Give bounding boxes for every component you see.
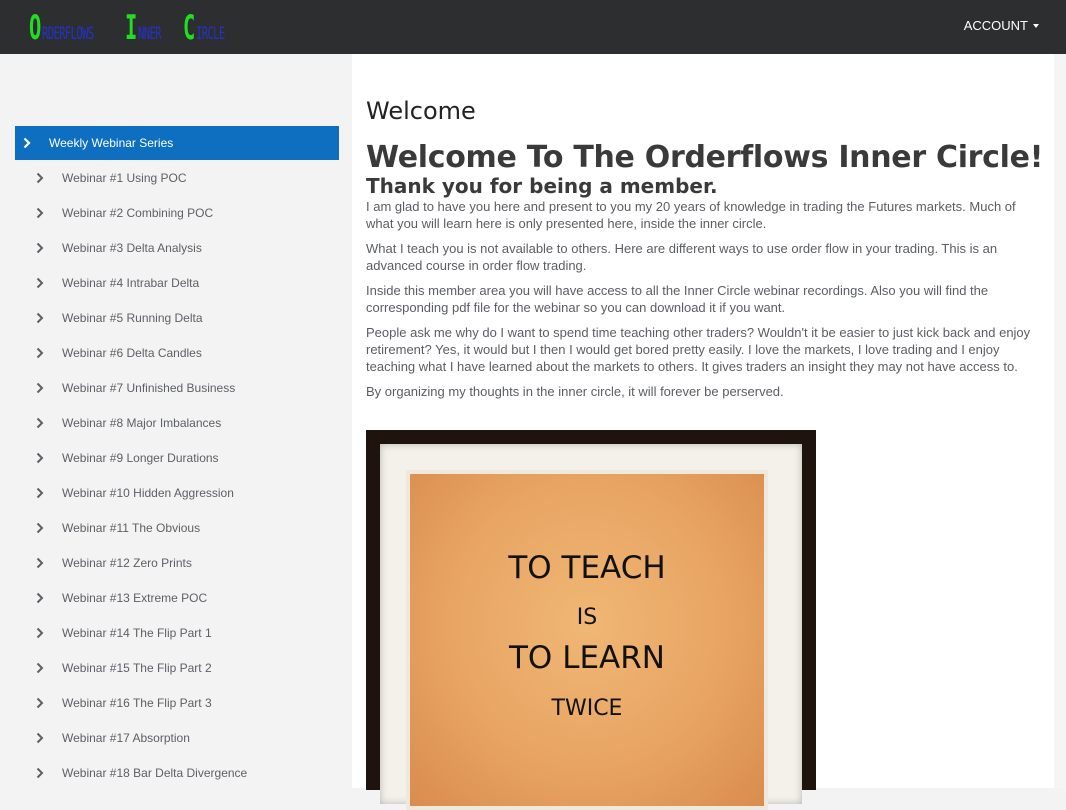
chevron-right-icon — [36, 347, 50, 359]
logo-word-inner: I NNER — [125, 8, 162, 48]
chevron-right-icon — [36, 417, 50, 429]
chevron-right-icon — [36, 312, 50, 324]
poster-artwork: TO TEACH IS TO LEARN TWICE — [406, 470, 768, 810]
top-navbar: O RDERFLOWS I NNER C IRCLE ACCOUNT — [0, 0, 1066, 54]
sidebar-item-webinar-11[interactable]: Webinar #11 The Obvious — [15, 510, 339, 545]
sidebar-item-label: Webinar #14 The Flip Part 1 — [62, 625, 212, 640]
sidebar-section-label: Weekly Webinar Series — [49, 136, 174, 150]
chevron-right-icon — [36, 382, 50, 394]
sidebar-item-label: Webinar #11 The Obvious — [62, 520, 201, 535]
sidebar-item-webinar-5[interactable]: Webinar #5 Running Delta — [15, 300, 339, 335]
sidebar-item-label: Webinar #16 The Flip Part 3 — [62, 695, 212, 710]
poster-image: TO TEACH IS TO LEARN TWICE — [366, 430, 816, 810]
sidebar-item-label: Webinar #6 Delta Candles — [62, 345, 202, 360]
sidebar-item-webinar-13[interactable]: Webinar #13 Extreme POC — [15, 580, 339, 615]
chevron-right-icon — [36, 452, 50, 464]
chevron-right-icon — [36, 627, 50, 639]
sidebar-item-label: Webinar #3 Delta Analysis — [62, 240, 202, 255]
welcome-heading: Welcome To The Orderflows Inner Circle! — [366, 140, 1044, 175]
chevron-right-icon — [36, 172, 50, 184]
sidebar-item-label: Webinar #7 Unfinished Business — [62, 380, 236, 395]
sidebar-item-label: Webinar #13 Extreme POC — [62, 590, 208, 605]
chevron-right-icon — [36, 767, 50, 779]
sidebar-item-webinar-16[interactable]: Webinar #16 The Flip Part 3 — [15, 685, 339, 720]
poster-quote-line: TWICE — [551, 696, 623, 721]
chevron-right-icon — [36, 487, 50, 499]
brand-logo[interactable]: O RDERFLOWS I NNER C IRCLE — [29, 7, 241, 48]
paragraph: I am glad to have you here and present t… — [366, 199, 1016, 231]
main-content: Welcome Welcome To The Orderflows Inner … — [352, 54, 1054, 810]
paragraph: What I teach you is not available to oth… — [366, 241, 998, 273]
sidebar-item-label: Webinar #1 Using POC — [62, 170, 187, 185]
caret-down-icon — [1033, 24, 1039, 28]
sidebar-item-webinar-14[interactable]: Webinar #14 The Flip Part 1 — [15, 615, 339, 650]
sidebar-item-webinar-12[interactable]: Webinar #12 Zero Prints — [15, 545, 339, 580]
chevron-right-icon — [36, 697, 50, 709]
sidebar-item-label: Webinar #12 Zero Prints — [62, 555, 192, 570]
sidebar-item-webinar-6[interactable]: Webinar #6 Delta Candles — [15, 335, 339, 370]
sidebar-item-label: Webinar #17 Absorption — [62, 730, 190, 745]
chevron-right-icon — [36, 732, 50, 744]
logo-word-orderflows: O RDERFLOWS — [29, 8, 94, 48]
paragraph: People ask me why do I want to spend tim… — [366, 325, 1031, 374]
sidebar-section-weekly-webinar-series[interactable]: Weekly Webinar Series — [15, 126, 339, 160]
chevron-right-icon — [36, 592, 50, 604]
sidebar-item-webinar-9[interactable]: Webinar #9 Longer Durations — [15, 440, 339, 475]
poster-mat: TO TEACH IS TO LEARN TWICE — [380, 444, 802, 810]
sidebar-item-label: Webinar #10 Hidden Aggression — [62, 485, 234, 500]
chevron-right-icon — [36, 522, 50, 534]
sidebar-item-webinar-8[interactable]: Webinar #8 Major Imbalances — [15, 405, 339, 440]
chevron-right-icon — [36, 662, 50, 674]
sidebar-item-label: Webinar #4 Intrabar Delta — [62, 275, 200, 290]
poster-quote-line: IS — [576, 605, 598, 630]
sidebar-item-webinar-4[interactable]: Webinar #4 Intrabar Delta — [15, 265, 339, 300]
sidebar-item-webinar-1[interactable]: Webinar #1 Using POC — [15, 160, 339, 195]
sidebar-item-label: Webinar #2 Combining POC — [62, 205, 214, 220]
paragraph: Inside this member area you will have ac… — [366, 283, 989, 315]
page-right-margin — [1054, 54, 1066, 788]
sidebar-item-webinar-18[interactable]: Webinar #18 Bar Delta Divergence — [15, 755, 339, 790]
sidebar-item-label: Webinar #9 Longer Durations — [62, 450, 219, 465]
page-title: Welcome — [366, 97, 476, 125]
sidebar-item-label: Webinar #5 Running Delta — [62, 310, 203, 325]
sidebar-item-label: Webinar #8 Major Imbalances — [62, 415, 222, 430]
welcome-text: I am glad to have you here and present t… — [366, 198, 1036, 408]
sidebar-item-label: Webinar #15 The Flip Part 2 — [62, 660, 212, 675]
sidebar: Weekly Webinar Series Webinar #1 Using P… — [0, 54, 352, 788]
chevron-right-icon — [23, 137, 37, 149]
poster-quote-line: TO TEACH — [508, 550, 666, 586]
sidebar-item-label: Webinar #18 Bar Delta Divergence — [62, 765, 248, 780]
welcome-subheading: Thank you for being a member. — [366, 174, 718, 198]
logo-word-circle: C IRCLE — [183, 8, 225, 48]
account-label: ACCOUNT — [963, 18, 1028, 33]
webinar-list: Webinar #1 Using POC Webinar #2 Combining… — [15, 160, 339, 790]
account-dropdown[interactable]: ACCOUNT — [964, 18, 1039, 33]
poster-quote-line: TO LEARN — [509, 640, 665, 676]
webinar-menu: Weekly Webinar Series Webinar #1 Using P… — [15, 126, 339, 790]
sidebar-item-webinar-7[interactable]: Webinar #7 Unfinished Business — [15, 370, 339, 405]
sidebar-item-webinar-15[interactable]: Webinar #15 The Flip Part 2 — [15, 650, 339, 685]
chevron-right-icon — [36, 277, 50, 289]
sidebar-item-webinar-10[interactable]: Webinar #10 Hidden Aggression — [15, 475, 339, 510]
paragraph: By organizing my thoughts in the inner c… — [366, 384, 784, 399]
chevron-right-icon — [36, 557, 50, 569]
sidebar-item-webinar-17[interactable]: Webinar #17 Absorption — [15, 720, 339, 755]
sidebar-item-webinar-2[interactable]: Webinar #2 Combining POC — [15, 195, 339, 230]
chevron-right-icon — [36, 207, 50, 219]
sidebar-item-webinar-3[interactable]: Webinar #3 Delta Analysis — [15, 230, 339, 265]
chevron-right-icon — [36, 242, 50, 254]
